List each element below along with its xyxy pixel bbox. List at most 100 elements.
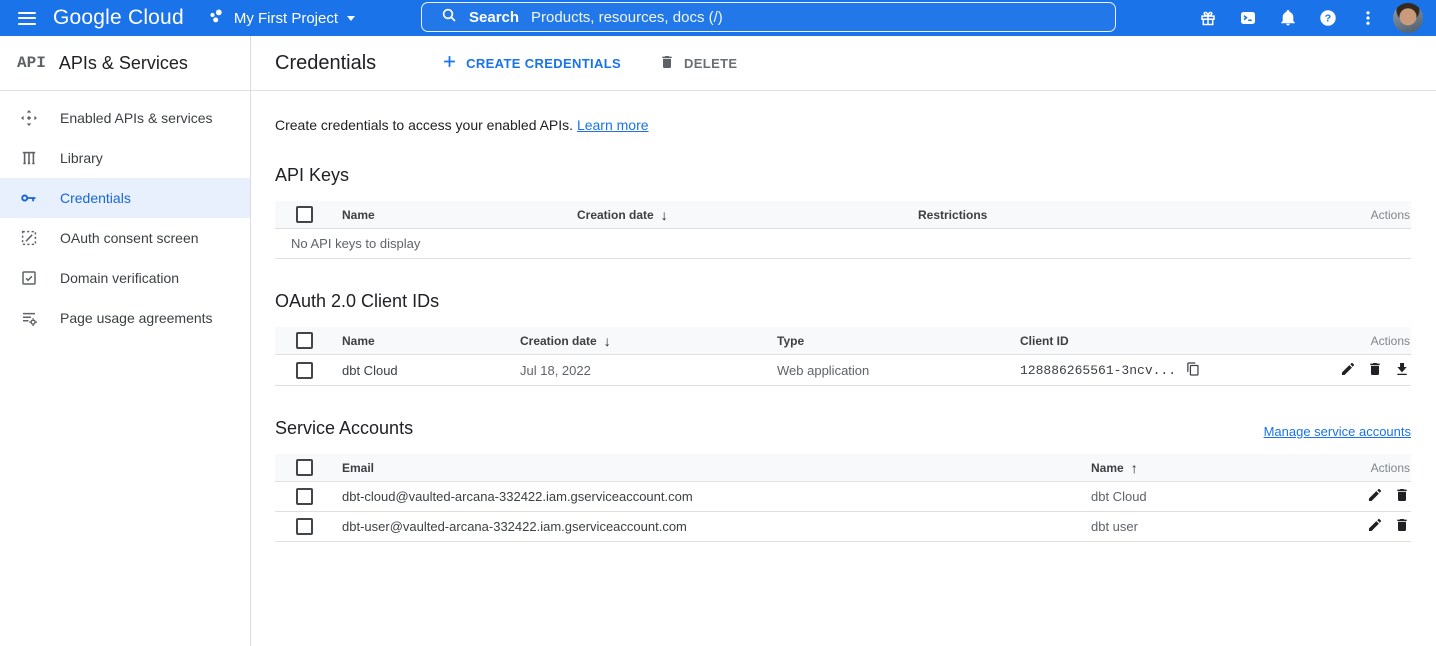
google-cloud-logo[interactable]: Google Cloud [53,6,184,30]
sidebar-item-domain-verification[interactable]: Domain verification [0,258,250,298]
project-name: My First Project [234,10,338,27]
sort-descending-icon: ↓ [604,334,611,348]
column-restrictions: Restrictions [918,208,1321,222]
oauth-clients-table: Name Creation date ↓ Type Client ID Acti… [275,327,1411,386]
table-row: dbt-user@vaulted-arcana-332422.iam.gserv… [275,512,1411,542]
edit-icon[interactable] [1340,361,1356,380]
empty-state: No API keys to display [275,229,1411,259]
checked-box-icon [20,269,38,287]
column-name[interactable]: Name ↑ [1091,461,1321,475]
sidebar-header: API APIs & Services [0,36,250,91]
notifications-bell-icon[interactable] [1268,0,1308,36]
sidebar-item-label: Domain verification [60,270,179,286]
column-client-id: Client ID [1020,334,1301,348]
service-account-name: dbt Cloud [1091,489,1321,504]
service-account-email: dbt-user@vaulted-arcana-332422.iam.gserv… [342,519,1091,534]
select-all-checkbox[interactable] [296,332,313,349]
manage-service-accounts-link[interactable]: Manage service accounts [1264,424,1411,439]
sidebar-item-label: Library [60,150,103,166]
sort-descending-icon: ↓ [661,208,668,222]
column-actions: Actions [1321,208,1411,222]
api-keys-title: API Keys [275,165,1411,186]
select-all-checkbox[interactable] [296,206,313,223]
search-input[interactable]: Search Products, resources, docs (/) [421,2,1116,32]
oauth-consent-icon [20,229,38,247]
search-label: Search [469,9,519,26]
project-icon [207,7,225,29]
search-placeholder: Products, resources, docs (/) [531,9,723,26]
download-icon[interactable] [1394,361,1410,380]
edit-icon[interactable] [1367,487,1383,506]
row-checkbox[interactable] [296,488,313,505]
enabled-apis-icon [20,109,38,127]
column-actions: Actions [1301,334,1411,348]
main-panel: Credentials CREATE CREDENTIALS DELETE Cr… [251,36,1436,646]
delete-icon[interactable] [1394,517,1410,536]
sidebar-item-oauth-consent[interactable]: OAuth consent screen [0,218,250,258]
service-account-email: dbt-cloud@vaulted-arcana-332422.iam.gser… [342,489,1091,504]
free-trial-gift-icon[interactable] [1188,0,1228,36]
sidebar-item-library[interactable]: Library [0,138,250,178]
sidebar-item-enabled-apis[interactable]: Enabled APIs & services [0,98,250,138]
sidebar-item-credentials[interactable]: Credentials [0,178,250,218]
row-checkbox[interactable] [296,362,313,379]
column-actions: Actions [1321,461,1411,475]
sidebar-item-label: Credentials [60,190,131,206]
chevron-down-icon [347,16,355,25]
oauth-clients-title: OAuth 2.0 Client IDs [275,291,1411,312]
service-account-name: dbt user [1091,519,1321,534]
page-title: Credentials [275,52,376,75]
plus-icon [442,54,457,72]
page-header: Credentials CREATE CREDENTIALS DELETE [251,36,1436,91]
table-header: Name Creation date ↓ Type Client ID Acti… [275,327,1411,355]
key-icon [20,189,38,207]
client-id-value: 128886265561-3ncv... [1020,363,1176,378]
column-email: Email [342,461,1091,475]
api-keys-table: Name Creation date ↓ Restrictions Action… [275,201,1411,259]
edit-icon[interactable] [1367,517,1383,536]
intro-text: Create credentials to access your enable… [275,117,1411,133]
search-icon [441,7,457,27]
topbar-actions: ? [1188,0,1429,36]
select-all-checkbox[interactable] [296,459,313,476]
sort-ascending-icon: ↑ [1131,461,1138,475]
client-type: Web application [777,363,1020,378]
column-name: Name [342,208,577,222]
agreements-gear-icon [20,309,38,327]
column-creation-date[interactable]: Creation date ↓ [520,334,777,348]
row-checkbox[interactable] [296,518,313,535]
sidebar-item-label: OAuth consent screen [60,230,199,246]
sidebar-item-label: Enabled APIs & services [60,110,213,126]
table-row: dbt-cloud@vaulted-arcana-332422.iam.gser… [275,482,1411,512]
table-header: Email Name ↑ Actions [275,454,1411,482]
user-avatar[interactable] [1393,3,1423,33]
copy-icon[interactable] [1185,361,1201,380]
delete-icon[interactable] [1394,487,1410,506]
column-creation-date[interactable]: Creation date ↓ [577,208,918,222]
table-header: Name Creation date ↓ Restrictions Action… [275,201,1411,229]
top-app-bar: Google Cloud My First Project Search Pro… [0,0,1436,36]
column-name: Name [342,334,520,348]
cloud-shell-icon[interactable] [1228,0,1268,36]
more-vert-icon[interactable] [1348,0,1388,36]
service-accounts-table: Email Name ↑ Actions dbt-cloud@vaulted-a… [275,454,1411,542]
help-icon[interactable]: ? [1308,0,1348,36]
library-icon [20,149,38,167]
api-product-icon: API [17,54,46,72]
client-creation-date: Jul 18, 2022 [520,363,777,378]
create-credentials-button[interactable]: CREATE CREDENTIALS [436,50,627,76]
hamburger-menu-icon[interactable] [0,0,53,36]
sidebar-title: APIs & Services [59,53,188,74]
service-accounts-title: Service Accounts [275,418,413,439]
trash-icon [659,54,675,73]
project-selector[interactable]: My First Project [207,7,355,29]
sidebar-item-page-usage-agreements[interactable]: Page usage agreements [0,298,250,338]
svg-text:?: ? [1325,13,1331,25]
delete-button[interactable]: DELETE [653,50,743,77]
delete-icon[interactable] [1367,361,1383,380]
client-name: dbt Cloud [342,363,520,378]
table-row: dbt Cloud Jul 18, 2022 Web application 1… [275,355,1411,386]
learn-more-link[interactable]: Learn more [577,117,649,133]
column-type: Type [777,334,1020,348]
sidebar-item-label: Page usage agreements [60,310,213,326]
